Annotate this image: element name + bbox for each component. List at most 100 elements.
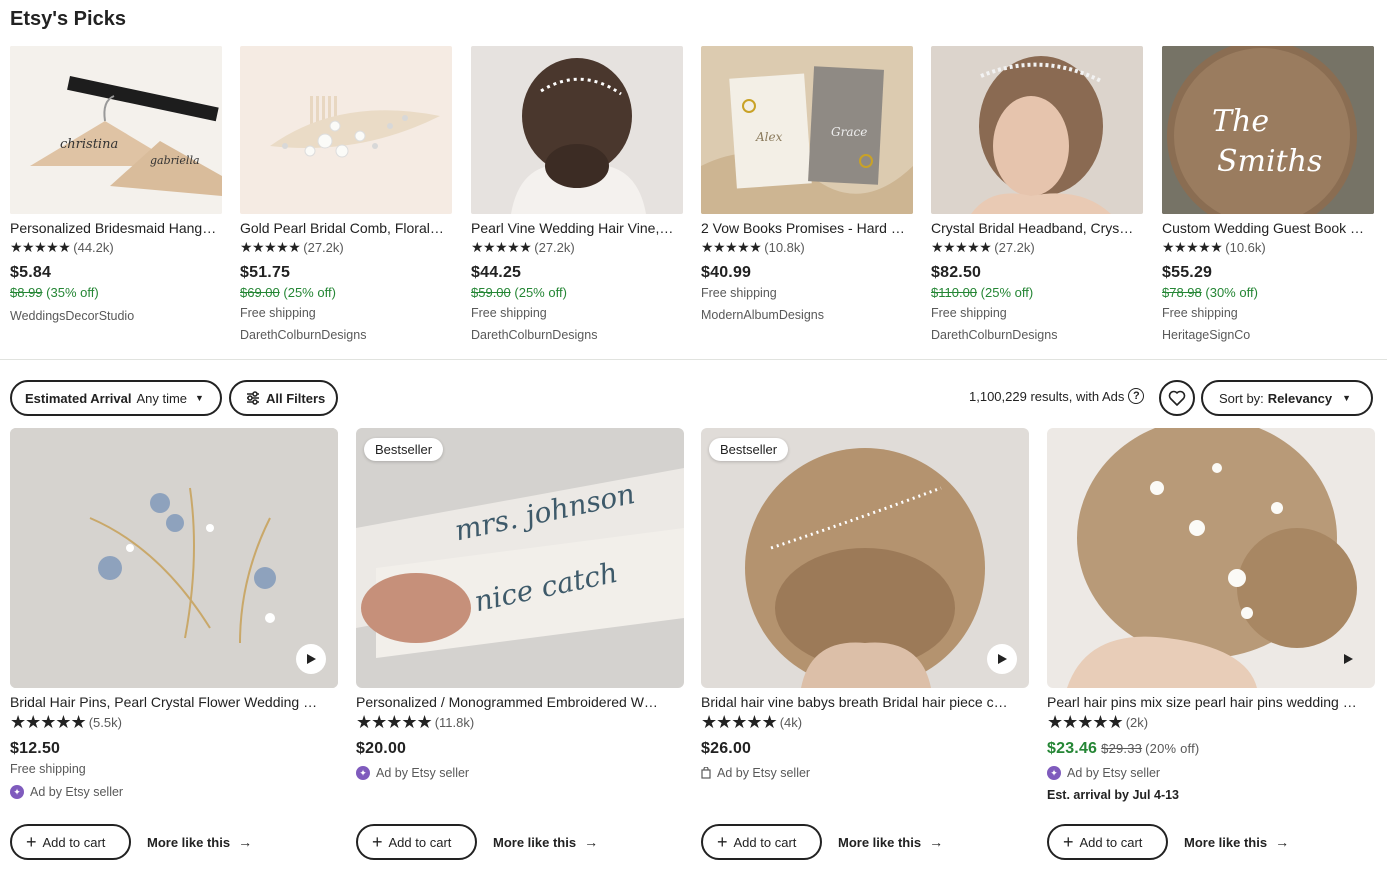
star-rating-icon: ★★★★★ [1047,712,1124,732]
price: $23.46 [1047,740,1098,757]
original-price-line: $78.98 (30% off) [1162,283,1374,303]
pick-title[interactable]: Crystal Bridal Headband, Crys… [931,219,1143,237]
sort-dropdown[interactable]: Sort by: Relevancy ▼ [1201,380,1373,416]
listing-image[interactable] [1047,428,1375,688]
star-seller-icon: ✦ [10,785,24,799]
pick-title[interactable]: Custom Wedding Guest Book … [1162,219,1374,237]
pick-title[interactable]: Personalized Bridesmaid Hanger… [10,219,222,237]
product-image[interactable]: Alex Grace [701,46,913,214]
plus-icon: + [372,832,383,852]
sale-price-line: $23.46 $29.33 (20% off) [1047,739,1375,759]
sort-value: Relevancy [1267,390,1333,406]
shipping: Free shipping [240,306,316,320]
pick-card[interactable]: christina gabriella Personalized Bridesm… [10,46,222,325]
original-price: $8.99 [10,285,43,300]
product-image[interactable] [931,46,1143,214]
price: $55.29 [1162,264,1213,281]
add-to-cart-label: Add to cart [733,834,797,850]
shipping: Free shipping [471,306,547,320]
arrow-right-icon: → [929,834,944,850]
star-rating-icon: ★★★★★ [356,712,433,732]
estimated-arrival: Est. arrival by Jul 4-13 [1047,788,1180,802]
listing-title[interactable]: Pearl hair pins mix size pearl hair pins… [1047,693,1375,711]
shop-name: WeddingsDecorStudio [10,309,135,323]
star-rating-icon: ★★★★★ [701,712,778,732]
product-image[interactable]: christina gabriella [10,46,222,214]
review-count: (44.2k) [73,239,114,255]
play-button[interactable] [1333,644,1363,674]
listing-card[interactable]: mrs. johnson nice catch Bestseller Perso… [356,428,684,860]
listing-title[interactable]: Personalized / Monogrammed Embroidered W… [356,693,684,711]
more-like-this-link[interactable]: More like this → [838,834,943,850]
play-icon [1344,654,1353,664]
listing-image[interactable]: Bestseller [701,428,1029,688]
review-count: (2k) [1125,714,1149,730]
pick-card[interactable]: The Smiths Custom Wedding Guest Book … ★… [1162,46,1374,344]
review-count: (27.2k) [303,239,344,255]
play-button[interactable] [296,644,326,674]
rating: ★★★★★ (44.2k) [10,239,222,255]
play-icon [307,654,316,664]
original-price-line: $110.00 (25% off) [931,283,1143,303]
rating: ★★★★★ (27.2k) [931,239,1143,255]
listing-card[interactable]: Bestseller Bridal hair vine babys breath… [701,428,1029,860]
pick-card[interactable]: Alex Grace 2 Vow Books Promises - Hard …… [701,46,913,324]
product-image[interactable] [471,46,683,214]
more-like-this-link[interactable]: More like this → [493,834,598,850]
add-to-cart-button[interactable]: + Add to cart [10,824,131,860]
listing-title[interactable]: Bridal hair vine babys breath Bridal hai… [701,693,1029,711]
listing-card[interactable]: Bridal Hair Pins, Pearl Crystal Flower W… [10,428,338,860]
more-like-this-link[interactable]: More like this → [1184,834,1289,850]
price: $12.50 [10,740,61,757]
add-to-cart-button[interactable]: + Add to cart [356,824,477,860]
discount: (30% off) [1205,285,1258,300]
save-search-button[interactable] [1159,380,1195,416]
original-price-line: $8.99 (35% off) [10,283,222,303]
add-to-cart-button[interactable]: + Add to cart [701,824,822,860]
rating: ★★★★★ (2k) [1047,712,1375,732]
listing-image[interactable] [10,428,338,688]
card-actions: + Add to cart More like this → [701,824,943,860]
rating: ★★★★★ (10.8k) [701,239,913,255]
star-rating-icon: ★★★★★ [10,239,71,255]
product-image[interactable]: The Smiths [1162,46,1374,214]
more-like-this-link[interactable]: More like this → [147,834,252,850]
pick-card[interactable]: Pearl Vine Wedding Hair Vine,… ★★★★★ (27.… [471,46,683,344]
plus-icon: + [26,832,37,852]
original-price-line: $69.00 (25% off) [240,283,452,303]
price: $82.50 [931,264,982,281]
etsys-picks-row: christina gabriella Personalized Bridesm… [10,46,1376,346]
original-price-line: $59.00 (25% off) [471,283,683,303]
shipping: Free shipping [1162,306,1238,320]
arrow-right-icon: → [584,834,599,850]
listing-card[interactable]: Pearl hair pins mix size pearl hair pins… [1047,428,1375,860]
listing-title[interactable]: Bridal Hair Pins, Pearl Crystal Flower W… [10,693,338,711]
add-to-cart-button[interactable]: + Add to cart [1047,824,1168,860]
arrow-right-icon: → [238,834,253,850]
rating: ★★★★★ (27.2k) [471,239,683,255]
shopping-bag-icon [701,767,711,779]
svg-text:christina: christina [60,137,118,152]
estimated-arrival-dropdown[interactable]: Estimated Arrival Any time ▼ [10,380,222,416]
listing-image[interactable]: mrs. johnson nice catch Bestseller [356,428,684,688]
discount: (25% off) [980,285,1034,300]
product-image[interactable] [240,46,452,214]
price: $51.75 [240,264,291,281]
review-count: (10.8k) [764,239,805,255]
play-button[interactable] [987,644,1017,674]
rating: ★★★★★ (5.5k) [10,713,338,731]
shipping: Free shipping [701,286,777,300]
listing-grid: Bridal Hair Pins, Pearl Crystal Flower W… [10,428,1376,868]
pick-card[interactable]: Crystal Bridal Headband, Crys… ★★★★★ (27.… [931,46,1143,344]
pick-title[interactable]: Gold Pearl Bridal Comb, Floral… [240,219,452,237]
pick-title[interactable]: 2 Vow Books Promises - Hard … [701,219,913,237]
rating: ★★★★★ (10.6k) [1162,239,1374,255]
review-count: (11.8k) [434,714,475,730]
all-filters-button[interactable]: All Filters [229,380,338,416]
plus-icon: + [1063,832,1074,852]
card-actions: + Add to cart More like this → [356,824,598,860]
pick-title[interactable]: Pearl Vine Wedding Hair Vine,… [471,219,683,237]
pick-card[interactable]: Gold Pearl Bridal Comb, Floral… ★★★★★ (27… [240,46,452,344]
help-icon[interactable]: ? [1128,388,1145,404]
star-rating-icon: ★★★★★ [701,239,762,255]
